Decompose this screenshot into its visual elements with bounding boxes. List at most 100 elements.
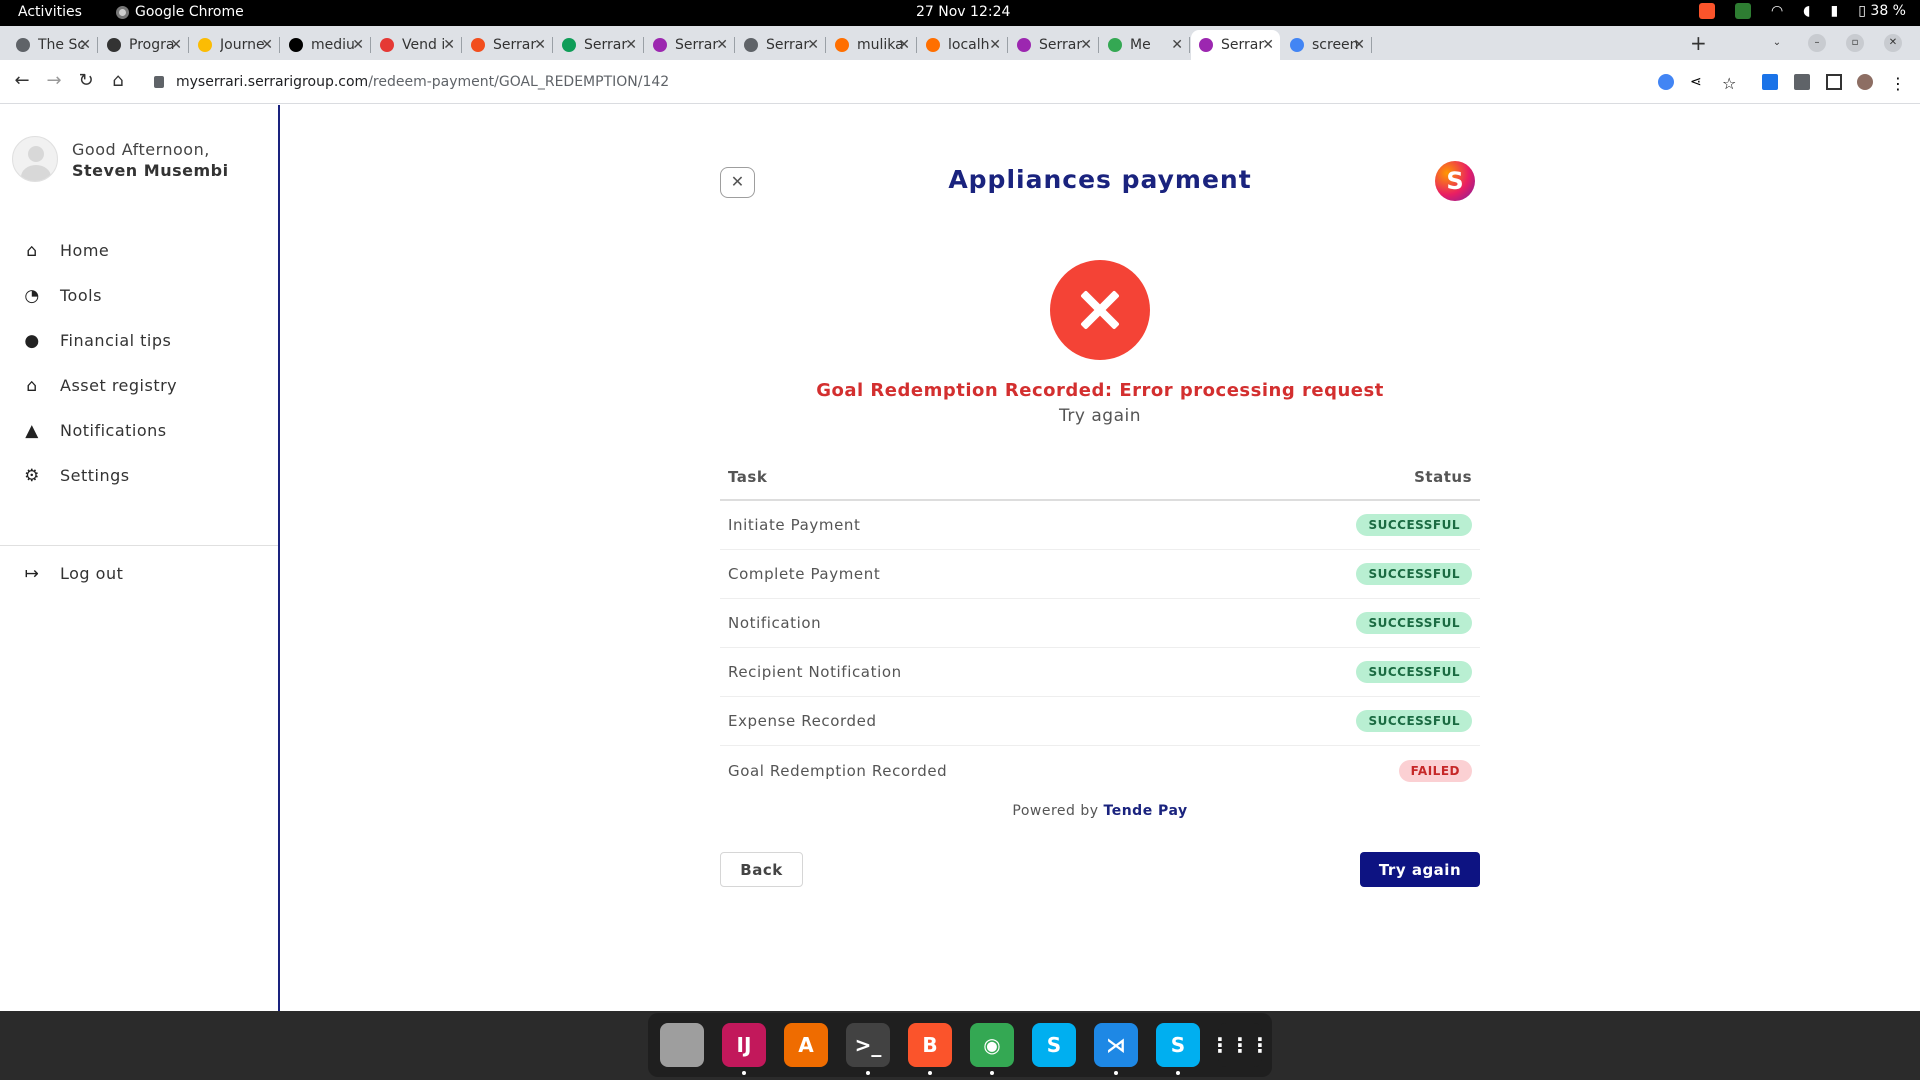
- browser-tab[interactable]: Vend i ✕: [372, 30, 462, 60]
- browser-tab[interactable]: Serrar ✕: [1009, 30, 1099, 60]
- address-bar[interactable]: myserrari.serrarigroup.com /redeem-payme…: [140, 67, 1670, 97]
- tab-close-icon[interactable]: ✕: [1080, 37, 1092, 53]
- table-row: Initiate Payment SUCCESSFUL: [720, 501, 1480, 550]
- reload-icon[interactable]: ↻: [74, 70, 98, 94]
- intellij-icon[interactable]: IJ: [722, 1023, 766, 1075]
- task-name: Initiate Payment: [728, 516, 861, 534]
- back-arrow-icon[interactable]: ←: [10, 70, 34, 94]
- battery-status: ▯ 38 %: [1858, 3, 1906, 19]
- new-tab-button[interactable]: +: [1690, 31, 1707, 55]
- chrome-icon[interactable]: ◉: [970, 1023, 1014, 1075]
- skype-2-icon[interactable]: S: [1156, 1023, 1200, 1075]
- app-center-icon[interactable]: A: [784, 1023, 828, 1067]
- app-menu[interactable]: Google Chrome: [116, 4, 244, 20]
- url-host: myserrari.serrarigroup.com: [176, 74, 369, 90]
- brave-tray-icon[interactable]: [1698, 3, 1715, 19]
- tab-favicon-icon: [471, 38, 485, 52]
- files-icon[interactable]: [660, 1023, 704, 1067]
- browser-tab[interactable]: Serrar ✕: [554, 30, 644, 60]
- error-x-icon: [1050, 260, 1150, 360]
- browser-tab[interactable]: Serrar ✕: [1191, 30, 1280, 60]
- tab-close-icon[interactable]: ✕: [443, 37, 455, 53]
- sidebar-item-tools[interactable]: ◔ Tools: [0, 273, 278, 318]
- sidebar-item-label: Tools: [60, 286, 102, 305]
- pie-chart-icon: ◔: [24, 285, 40, 306]
- restore-icon[interactable]: ▫: [1846, 34, 1864, 52]
- browser-tab[interactable]: Serrar ✕: [736, 30, 826, 60]
- puzzle-icon[interactable]: [1794, 74, 1810, 90]
- terminal-icon[interactable]: >_: [846, 1023, 890, 1075]
- bell-icon: ▲: [25, 420, 39, 441]
- dock-app-glyph: A: [798, 1033, 814, 1057]
- browser-tab[interactable]: The Sc ✕: [8, 30, 98, 60]
- tab-close-icon[interactable]: ✕: [625, 37, 637, 53]
- bookmark-star-icon[interactable]: ☆: [1722, 74, 1738, 93]
- tab-close-icon[interactable]: ✕: [352, 37, 364, 53]
- tab-close-icon[interactable]: ✕: [716, 37, 728, 53]
- tab-favicon-icon: [16, 38, 30, 52]
- tab-close-icon[interactable]: ✕: [261, 37, 273, 53]
- tab-favicon-icon: [562, 38, 576, 52]
- tab-close-icon[interactable]: ✕: [534, 37, 546, 53]
- browser-tab[interactable]: Journe ✕: [190, 30, 280, 60]
- sidebar-item-label: Settings: [60, 466, 130, 485]
- tab-close-icon[interactable]: ✕: [898, 37, 910, 53]
- system-tray[interactable]: ◠ ◖ ▮ ▯ 38 %: [1698, 3, 1906, 19]
- logo-letter: S: [1446, 167, 1464, 195]
- app-grid-icon[interactable]: ⋮⋮⋮: [1210, 1023, 1270, 1067]
- tab-close-icon[interactable]: ✕: [1353, 37, 1365, 53]
- tab-close-icon[interactable]: ✕: [170, 37, 182, 53]
- sidebar-item-settings[interactable]: ⚙ Settings: [0, 453, 278, 498]
- clock[interactable]: 27 Nov 12:24: [916, 4, 1010, 20]
- kebab-menu-icon[interactable]: ⋮: [1890, 74, 1906, 93]
- browser-tab[interactable]: Serrar ✕: [645, 30, 735, 60]
- extension-icon[interactable]: [1762, 74, 1778, 90]
- tab-favicon-icon: [744, 38, 758, 52]
- browser-tab[interactable]: localh ✕: [918, 30, 1008, 60]
- update-tray-icon[interactable]: [1734, 3, 1751, 19]
- sidebar-item-home[interactable]: ⌂ Home: [0, 228, 278, 273]
- tab-close-icon[interactable]: ✕: [1262, 37, 1274, 53]
- powered-by: Powered by Tende Pay: [720, 803, 1480, 819]
- try-again-button[interactable]: Try again: [1360, 852, 1480, 887]
- browser-tab[interactable]: screen ✕: [1282, 30, 1372, 60]
- close-button[interactable]: ✕: [720, 167, 755, 198]
- back-button[interactable]: Back: [720, 852, 803, 887]
- google-lens-icon[interactable]: [1658, 74, 1674, 90]
- sidebar-item-asset-registry[interactable]: ⌂ Asset registry: [0, 363, 278, 408]
- home-page-icon[interactable]: ⌂: [106, 70, 130, 94]
- dock: IJ A >_ B ◉ S ⋊ S ⋮⋮⋮: [648, 1013, 1272, 1077]
- profile-avatar-icon[interactable]: [1857, 74, 1873, 90]
- tab-favicon-icon: [1199, 38, 1213, 52]
- page-title: Appliances payment: [948, 165, 1252, 194]
- minimize-icon[interactable]: –: [1808, 34, 1826, 52]
- table-row: Complete Payment SUCCESSFUL: [720, 550, 1480, 599]
- forward-arrow-icon[interactable]: →: [42, 70, 66, 94]
- sidebar-menu: ⌂ Home ◔ Tools ● Financial tips ⌂ Asset registr…: [0, 228, 278, 498]
- tab-close-icon[interactable]: ✕: [1171, 37, 1183, 53]
- share-icon[interactable]: ⋖: [1690, 74, 1706, 90]
- table-header: Task Status: [720, 455, 1480, 501]
- activities-button[interactable]: Activities: [18, 4, 82, 20]
- browser-tab[interactable]: Me ✕: [1100, 30, 1190, 60]
- sidebar-item-logout[interactable]: ↦ Log out: [0, 551, 278, 596]
- sidebar-item-notifications[interactable]: ▲ Notifications: [0, 408, 278, 453]
- window-close-icon[interactable]: ✕: [1884, 34, 1902, 52]
- tab-search-icon[interactable]: ⌄: [1768, 34, 1786, 52]
- sidebar-item-label: Notifications: [60, 421, 167, 440]
- tab-close-icon[interactable]: ✕: [79, 37, 91, 53]
- tab-close-icon[interactable]: ✕: [989, 37, 1001, 53]
- sidebar-item-label: Log out: [60, 564, 124, 583]
- tab-close-icon[interactable]: ✕: [807, 37, 819, 53]
- brave-icon[interactable]: B: [908, 1023, 952, 1075]
- sidebar-item-financial-tips[interactable]: ● Financial tips: [0, 318, 278, 363]
- table-row: Expense Recorded SUCCESSFUL: [720, 697, 1480, 746]
- side-panel-icon[interactable]: [1826, 74, 1842, 90]
- skype-icon[interactable]: S: [1032, 1023, 1076, 1067]
- dock-app-glyph: B: [922, 1033, 938, 1057]
- browser-tab[interactable]: mulika ✕: [827, 30, 917, 60]
- browser-tab[interactable]: mediu ✕: [281, 30, 371, 60]
- vscode-icon[interactable]: ⋊: [1094, 1023, 1138, 1075]
- browser-tab[interactable]: Serrar ✕: [463, 30, 553, 60]
- browser-tab[interactable]: Progra ✕: [99, 30, 189, 60]
